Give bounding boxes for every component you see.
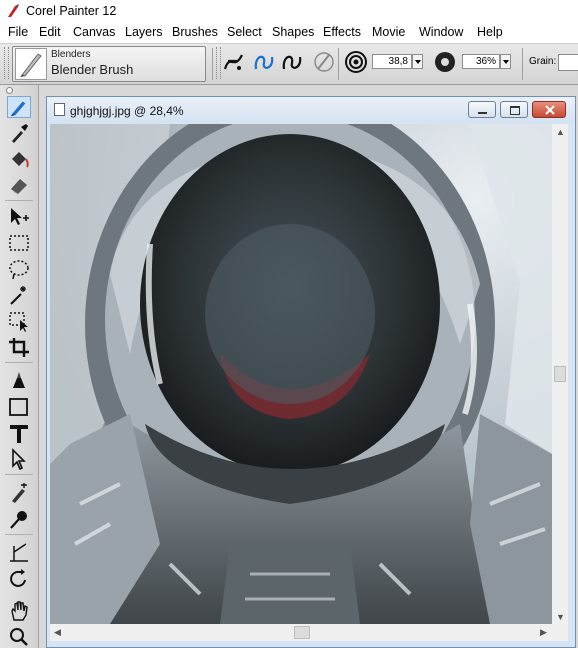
menu-movie[interactable]: Movie (372, 25, 405, 39)
grabber-hand-tool-icon[interactable] (7, 600, 31, 622)
size-icon (345, 51, 367, 73)
menu-bar: File Edit Canvas Layers Brushes Select S… (0, 23, 578, 44)
lasso-tool-icon[interactable] (7, 258, 31, 280)
menu-layers[interactable]: Layers (125, 25, 163, 39)
rubber-stamp-tool-icon[interactable] (7, 508, 31, 530)
close-icon (545, 105, 555, 115)
toolbox-separator (5, 534, 33, 535)
layer-adjuster-tool-icon[interactable] (7, 206, 31, 228)
painting-canvas[interactable] (50, 124, 552, 624)
separator (338, 48, 339, 80)
document-icon (54, 103, 65, 116)
document-title: ghjghjgj.jpg @ 28,4% (70, 104, 184, 118)
vertical-scroll-thumb[interactable] (554, 366, 566, 382)
paint-bucket-tool-icon[interactable] (7, 148, 31, 170)
app-title: Corel Painter 12 (26, 4, 117, 18)
horizontal-scroll-thumb[interactable] (294, 626, 310, 639)
menu-window[interactable]: Window (419, 25, 463, 39)
rotate-page-tool-icon[interactable] (7, 568, 31, 590)
selection-adjuster-tool-icon[interactable] (7, 310, 31, 332)
toolbox-separator (5, 474, 33, 475)
property-bar-grip[interactable] (4, 47, 9, 79)
painter-logo-icon (8, 4, 19, 17)
opacity-dropdown-arrow[interactable] (500, 54, 511, 69)
toolbox-separator (5, 362, 33, 363)
close-button[interactable] (532, 101, 566, 118)
magnifier-tool-icon[interactable] (7, 626, 31, 648)
brush-tool-icon[interactable] (7, 96, 31, 118)
minimize-icon (478, 112, 487, 114)
maximize-icon (510, 106, 520, 115)
scrollbar-corner (552, 624, 568, 641)
menu-canvas[interactable]: Canvas (73, 25, 115, 39)
magic-wand-tool-icon[interactable] (7, 284, 31, 306)
minimize-button[interactable] (468, 101, 496, 118)
stroke-type-straight-icon[interactable] (252, 49, 276, 75)
scroll-right-arrow-icon[interactable]: ▶ (540, 628, 548, 637)
brush-variant-label: Blender Brush (51, 62, 134, 77)
rectangular-selection-tool-icon[interactable] (7, 232, 31, 254)
perspective-guides-tool-icon[interactable] (7, 542, 31, 564)
opacity-field[interactable]: 36% (462, 54, 500, 69)
toolbox-grip[interactable] (6, 87, 13, 94)
opacity-icon (435, 52, 455, 72)
scroll-up-arrow-icon[interactable]: ▲ (556, 128, 565, 137)
grain-field[interactable] (558, 54, 578, 71)
scroll-left-arrow-icon[interactable]: ◀ (54, 628, 62, 637)
menu-file[interactable]: File (8, 25, 28, 39)
brush-ghost-icon[interactable] (312, 49, 336, 75)
brush-category-label: Blenders (51, 49, 91, 60)
cloner-tool-icon[interactable] (7, 482, 31, 504)
menu-brushes[interactable]: Brushes (172, 25, 218, 39)
size-dropdown-arrow[interactable] (412, 54, 423, 69)
menu-edit[interactable]: Edit (39, 25, 61, 39)
menu-help[interactable]: Help (477, 25, 503, 39)
stroke-type-freehand-icon[interactable] (222, 49, 246, 75)
separator (212, 48, 213, 80)
size-field[interactable]: 38,8 (372, 54, 412, 69)
shape-selection-tool-icon[interactable] (7, 448, 31, 470)
maximize-button[interactable] (500, 101, 528, 118)
dropper-tool-icon[interactable] (7, 122, 31, 144)
menu-select[interactable]: Select (227, 25, 262, 39)
grain-label: Grain: (529, 56, 557, 67)
separator (522, 48, 523, 80)
pen-tool-icon[interactable] (7, 370, 31, 392)
toolbox-separator (5, 200, 33, 201)
rectangle-shape-tool-icon[interactable] (7, 396, 31, 418)
scroll-down-arrow-icon[interactable]: ▼ (556, 613, 565, 622)
eraser-tool-icon[interactable] (7, 174, 31, 196)
stroke-type-curve-icon[interactable] (280, 49, 304, 75)
crop-tool-icon[interactable] (7, 336, 31, 358)
toolbar-grip[interactable] (216, 47, 221, 79)
text-tool-icon[interactable] (7, 422, 31, 444)
menu-shapes[interactable]: Shapes (272, 25, 314, 39)
brush-thumbnail-icon (15, 48, 47, 80)
menu-effects[interactable]: Effects (323, 25, 361, 39)
